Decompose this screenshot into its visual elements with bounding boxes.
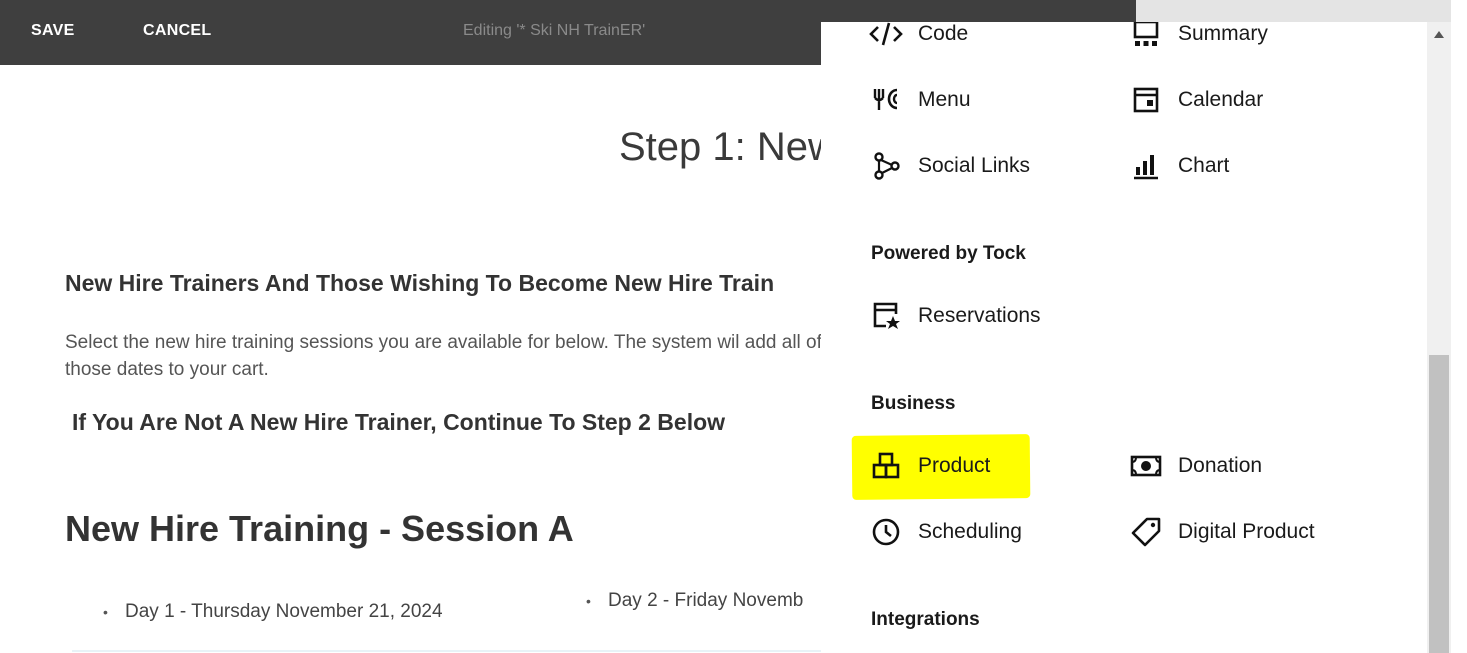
section-heading-tock: Powered by Tock	[871, 243, 1026, 264]
block-product[interactable]: Product	[869, 449, 990, 483]
block-menu[interactable]: Menu	[869, 83, 971, 117]
window-edge	[1451, 0, 1467, 653]
block-code[interactable]: Code	[869, 22, 968, 51]
summary-icon	[1129, 22, 1163, 51]
window-backdrop	[1136, 0, 1467, 22]
block-label: Product	[918, 454, 991, 477]
block-summary[interactable]: Summary	[1129, 22, 1268, 51]
session-heading: New Hire Training - Session A	[65, 508, 574, 549]
step-title: Step 1: New	[619, 125, 821, 169]
block-label: Summary	[1178, 22, 1268, 45]
not-trainer-heading: If You Are Not A New Hire Trainer, Conti…	[72, 409, 726, 435]
day1-text: Day 1 - Thursday November 21, 2024	[125, 601, 443, 622]
bullet-icon: •	[103, 604, 108, 620]
tag-icon	[1129, 515, 1163, 549]
product-icon	[869, 449, 903, 483]
block-donation[interactable]: Donation	[1129, 449, 1262, 483]
clock-icon	[869, 515, 903, 549]
reservations-icon	[869, 299, 903, 333]
block-label: Calendar	[1178, 88, 1264, 111]
page-content: Step 1: New New Hire Trainers And Those …	[0, 65, 821, 653]
cancel-button[interactable]: CANCEL	[143, 22, 211, 40]
chart-icon	[1129, 149, 1163, 183]
calendar-icon	[1129, 83, 1163, 117]
block-label: Code	[918, 22, 969, 45]
scrollbar-thumb[interactable]	[1429, 355, 1449, 653]
section-heading-integrations: Integrations	[871, 609, 980, 630]
add-block-panel: Code Summary Menu Calendar Social Links …	[821, 22, 1427, 653]
scroll-up-arrow-icon[interactable]	[1427, 22, 1451, 46]
block-scheduling[interactable]: Scheduling	[869, 515, 1022, 549]
list-item: • Day 2 - Friday Novemb	[586, 590, 803, 612]
menu-fork-icon	[869, 83, 903, 117]
block-label: Social Links	[918, 154, 1031, 177]
day2-text: Day 2 - Friday Novemb	[608, 590, 804, 611]
block-chart[interactable]: Chart	[1129, 149, 1229, 183]
block-reservations[interactable]: Reservations	[869, 299, 1041, 333]
donation-icon	[1129, 449, 1163, 483]
social-links-icon	[869, 149, 903, 183]
list-item: • Day 1 - Thursday November 21, 2024	[103, 601, 443, 623]
block-label: Donation	[1178, 454, 1263, 477]
block-digital-product[interactable]: Digital Product	[1129, 515, 1315, 549]
section-heading-business: Business	[871, 393, 956, 414]
block-label: Scheduling	[918, 520, 1022, 543]
block-label: Reservations	[918, 304, 1041, 327]
bullet-icon: •	[586, 593, 591, 609]
trainers-heading: New Hire Trainers And Those Wishing To B…	[65, 270, 775, 296]
code-icon	[869, 22, 903, 51]
divider	[72, 650, 821, 652]
block-calendar[interactable]: Calendar	[1129, 83, 1263, 117]
block-social-links[interactable]: Social Links	[869, 149, 1030, 183]
block-label: Digital Product	[1178, 520, 1315, 543]
panel-scrollbar[interactable]	[1427, 22, 1451, 653]
block-label: Menu	[918, 88, 971, 111]
editing-title: Editing '* Ski NH TrainER'	[463, 22, 646, 39]
save-button[interactable]: SAVE	[31, 22, 75, 40]
block-label: Chart	[1178, 154, 1230, 177]
instructions-text: Select the new hire training sessions yo…	[65, 332, 821, 380]
